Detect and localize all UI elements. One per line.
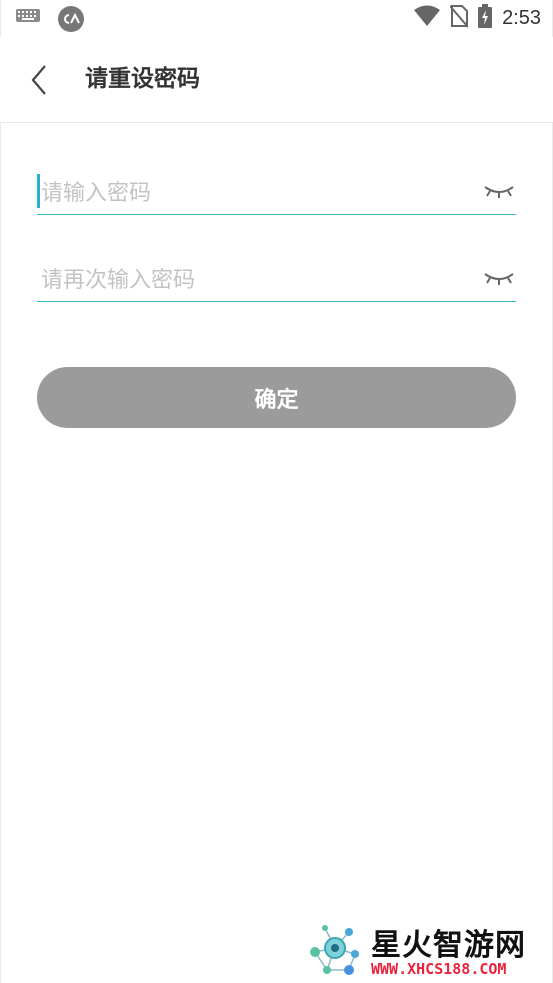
watermark: 星火智游网 WWW.XHCS188.COM — [303, 916, 553, 983]
screen: 2:53 请重设密码 确定 星火智游网 WWW.XHCS188.COM — [0, 0, 553, 983]
keyboard-icon — [16, 9, 40, 29]
status-time: 2:53 — [502, 6, 541, 29]
watermark-title: 星火智游网 — [371, 928, 526, 963]
watermark-logo-icon — [310, 925, 359, 975]
confirm-password-visibility-toggle[interactable] — [482, 269, 516, 287]
no-sim-icon — [449, 4, 469, 32]
screen-edge-left — [0, 0, 1, 983]
app-circle-icon — [58, 6, 84, 32]
watermark-url: WWW.XHCS188.COM — [371, 960, 507, 978]
app-header: 请重设密码 — [0, 37, 553, 123]
confirm-password-input[interactable] — [39, 261, 473, 299]
eye-closed-icon — [484, 273, 514, 285]
back-button[interactable] — [25, 62, 55, 98]
wifi-icon — [414, 5, 441, 31]
status-bar: 2:53 — [0, 0, 553, 37]
eye-closed-icon — [484, 186, 514, 198]
password-field — [37, 166, 516, 215]
password-input[interactable] — [39, 174, 473, 212]
status-bar-right: 2:53 — [414, 4, 541, 32]
chevron-left-icon — [31, 65, 46, 95]
battery-charging-icon — [478, 4, 493, 32]
confirm-password-field — [37, 253, 516, 302]
status-bar-left — [16, 6, 84, 32]
confirm-button[interactable]: 确定 — [37, 367, 516, 428]
page-title: 请重设密码 — [85, 66, 200, 92]
password-visibility-toggle[interactable] — [482, 182, 516, 200]
